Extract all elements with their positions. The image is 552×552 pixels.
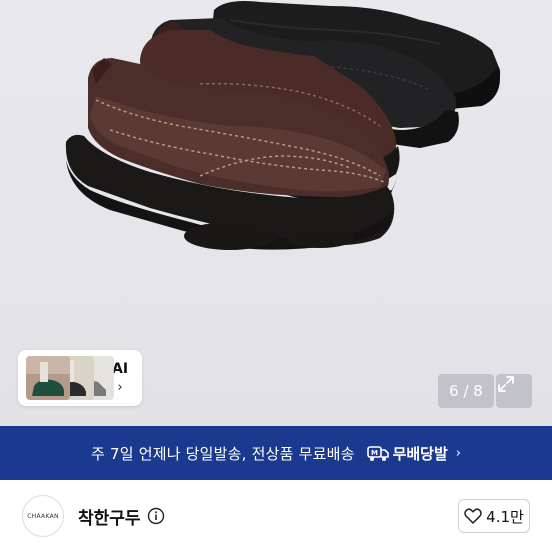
like-button[interactable]: 4.1만 bbox=[458, 499, 530, 533]
expand-arrows-icon bbox=[498, 376, 514, 392]
info-circle-icon[interactable] bbox=[147, 507, 165, 525]
ai-thumbnail bbox=[26, 356, 70, 400]
avatar-text: CHAAKAN bbox=[27, 512, 59, 520]
seller-row: CHAAKAN 착한구두 4.1만 bbox=[0, 480, 552, 552]
expand-button[interactable] bbox=[496, 374, 532, 408]
image-counter: 6 / 8 bbox=[438, 374, 494, 408]
heart-outline-icon bbox=[464, 508, 482, 524]
shipping-promo-banner[interactable]: 주 7일 언제나 당일발송, 전상품 무료배송 M 무배당발 › bbox=[0, 426, 552, 480]
seller-name[interactable]: 착한구두 bbox=[78, 504, 141, 529]
product-image-carousel[interactable]: AI › 6 / 8 bbox=[0, 0, 552, 426]
delivery-badge: M 무배당발 bbox=[366, 443, 448, 464]
seller-avatar[interactable]: CHAAKAN bbox=[22, 495, 64, 537]
ai-similar-items-chip[interactable]: AI › bbox=[18, 350, 142, 406]
badge-label: 무배당발 bbox=[392, 444, 448, 463]
delivery-badge-icon: M bbox=[366, 446, 389, 461]
banner-text: 주 7일 언제나 당일발송, 전상품 무료배송 bbox=[91, 444, 355, 463]
chevron-right-icon: › bbox=[455, 445, 461, 461]
like-count: 4.1만 bbox=[486, 507, 524, 526]
ai-thumbnail-stack bbox=[22, 354, 114, 402]
chevron-right-icon: › bbox=[117, 380, 123, 395]
svg-text:M: M bbox=[371, 449, 378, 457]
ai-label: AI bbox=[112, 361, 129, 377]
